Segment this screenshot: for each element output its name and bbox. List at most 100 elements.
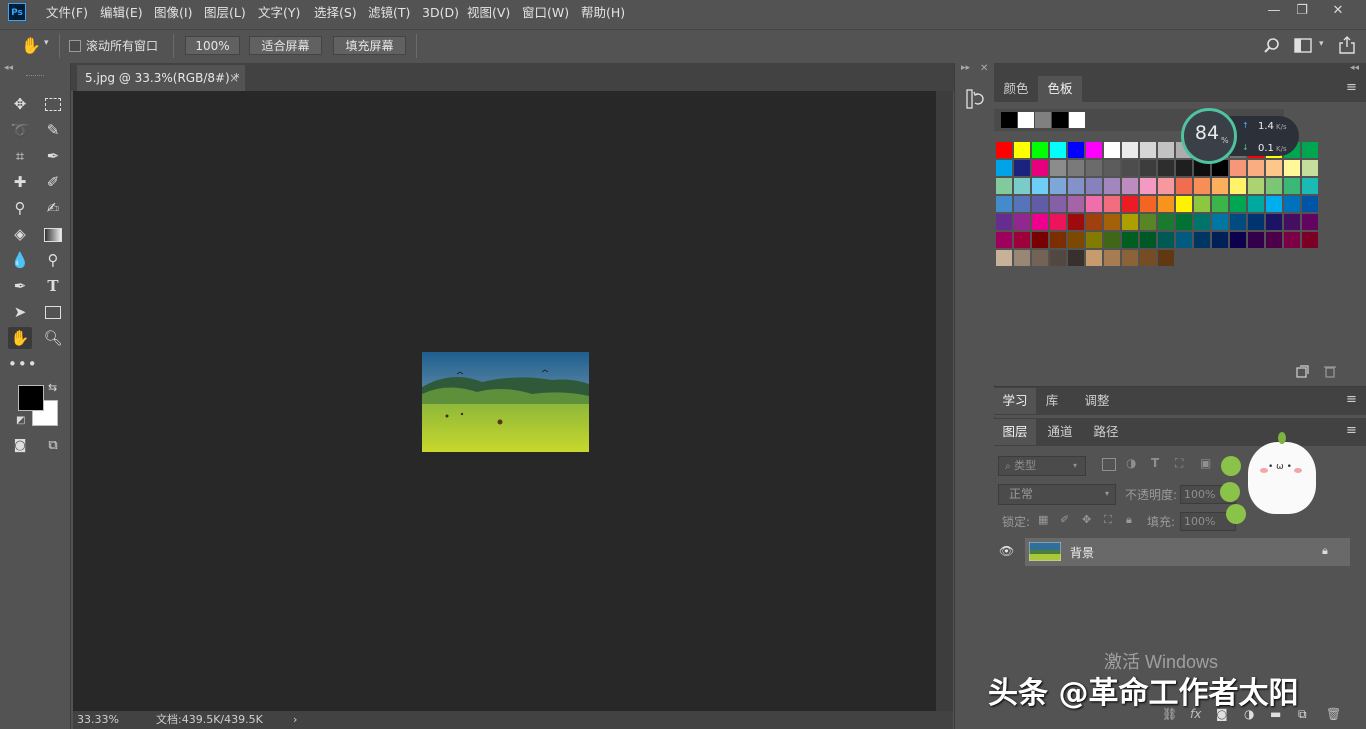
path-selection-tool-icon[interactable]: ➤ (8, 301, 32, 323)
tab-paths[interactable]: 路径 (1084, 419, 1128, 445)
color-swatch[interactable] (1158, 160, 1174, 176)
color-swatch[interactable] (1068, 160, 1084, 176)
healing-brush-tool-icon[interactable]: ✚ (8, 171, 32, 193)
color-swatch[interactable] (1302, 160, 1318, 176)
color-swatch[interactable] (1158, 250, 1174, 266)
expand-panels-icon[interactable]: ▸▸ (961, 63, 970, 73)
tab-layers[interactable]: 图层 (994, 419, 1036, 445)
color-swatch[interactable] (1140, 196, 1156, 212)
new-swatch-icon[interactable] (1296, 365, 1309, 378)
recent-swatch[interactable] (1018, 112, 1034, 128)
minimize-button[interactable]: — (1263, 2, 1285, 20)
color-swatch[interactable] (1050, 196, 1066, 212)
color-swatch[interactable] (1122, 214, 1138, 230)
default-colors-icon[interactable]: ◩ (16, 415, 25, 426)
fill-screen-button[interactable]: 填充屏幕 (333, 36, 406, 55)
document-tab[interactable]: 5.jpg @ 33.3%(RGB/8#) * × (77, 65, 245, 91)
scroll-all-windows-checkbox[interactable] (69, 40, 81, 52)
color-swatch[interactable] (1140, 178, 1156, 194)
color-swatch[interactable] (1050, 214, 1066, 230)
color-swatch[interactable] (1086, 142, 1102, 158)
color-swatch[interactable] (996, 160, 1012, 176)
color-swatch[interactable] (1302, 232, 1318, 248)
color-swatch[interactable] (1122, 196, 1138, 212)
type-tool-icon[interactable]: T (41, 275, 65, 297)
color-swatch[interactable] (1194, 232, 1210, 248)
hand-tool-preset-icon[interactable]: ✋ (20, 36, 42, 56)
layer-visibility-eye-icon[interactable]: 👁︎ (999, 544, 1014, 558)
menu-edit[interactable]: 编辑(E) (100, 4, 143, 22)
menu-help[interactable]: 帮助(H) (581, 4, 625, 22)
color-swatch[interactable] (1194, 178, 1210, 194)
color-swatch[interactable] (1032, 232, 1048, 248)
color-swatch[interactable] (1230, 196, 1246, 212)
menu-select[interactable]: 选择(S) (314, 4, 357, 22)
lock-image-icon[interactable]: ✐ (1060, 513, 1069, 526)
menu-layer[interactable]: 图层(L) (204, 4, 246, 22)
tab-learn[interactable]: 学习 (994, 388, 1036, 414)
delete-swatch-icon[interactable] (1324, 364, 1336, 378)
grip[interactable] (26, 75, 44, 78)
lock-transparent-icon[interactable]: ▦ (1038, 513, 1048, 526)
color-swatch[interactable] (1014, 196, 1030, 212)
lock-position-icon[interactable]: ✥ (1082, 513, 1091, 526)
color-swatch[interactable] (1302, 142, 1318, 158)
color-swatch[interactable] (1194, 214, 1210, 230)
color-swatch[interactable] (1086, 250, 1102, 266)
color-swatch[interactable] (1122, 142, 1138, 158)
color-swatch[interactable] (1158, 214, 1174, 230)
blur-tool-icon[interactable]: 💧 (8, 249, 32, 271)
dodge-tool-icon[interactable]: ⚲ (41, 249, 65, 271)
color-swatch[interactable] (1086, 160, 1102, 176)
panel-menu-icon[interactable]: ≡ (1346, 423, 1357, 438)
color-swatch[interactable] (1086, 232, 1102, 248)
layer-row[interactable]: 背景 🔒︎ (1025, 538, 1350, 566)
color-swatch[interactable] (996, 232, 1012, 248)
color-swatch[interactable] (1050, 250, 1066, 266)
color-swatch[interactable] (1032, 178, 1048, 194)
filter-smart-object-icon[interactable]: ▣ (1200, 456, 1211, 470)
recent-swatch[interactable] (1035, 112, 1051, 128)
color-swatch[interactable] (1284, 178, 1300, 194)
quick-selection-tool-icon[interactable]: ✎ (41, 119, 65, 141)
color-swatch[interactable] (1104, 178, 1120, 194)
tab-libraries[interactable]: 库 (1036, 388, 1068, 414)
color-swatch[interactable] (1266, 196, 1282, 212)
restore-button[interactable]: ❐ (1291, 2, 1313, 20)
color-swatch[interactable] (1302, 196, 1318, 212)
share-icon[interactable] (1339, 36, 1355, 54)
menu-3d[interactable]: 3D(D) (422, 4, 459, 22)
color-swatch[interactable] (1266, 214, 1282, 230)
marquee-tool-icon[interactable] (41, 93, 65, 115)
hand-tool-icon[interactable]: ✋ (8, 327, 32, 349)
color-swatch[interactable] (1230, 214, 1246, 230)
color-swatch[interactable] (1032, 160, 1048, 176)
gradient-tool-icon[interactable] (41, 223, 65, 245)
eyedropper-tool-icon[interactable]: ✒ (41, 145, 65, 167)
color-swatch[interactable] (1050, 232, 1066, 248)
color-swatch[interactable] (1104, 160, 1120, 176)
color-swatch[interactable] (1140, 142, 1156, 158)
clone-stamp-tool-icon[interactable]: ⚲ (8, 197, 32, 219)
color-swatch[interactable] (1122, 250, 1138, 266)
status-menu-arrow[interactable]: › (293, 711, 297, 729)
color-swatch[interactable] (996, 178, 1012, 194)
color-swatch[interactable] (1212, 196, 1228, 212)
chevron-down-icon[interactable]: ▾ (1319, 39, 1324, 49)
menu-type[interactable]: 文字(Y) (258, 4, 300, 22)
close-panel-icon[interactable]: ✕ (980, 63, 988, 74)
blend-mode-select[interactable]: 正常 ▾ (998, 484, 1116, 505)
layer-name[interactable]: 背景 (1070, 544, 1094, 561)
color-swatch[interactable] (1248, 232, 1264, 248)
collapse-dock-icon[interactable]: ◂◂ (1350, 63, 1359, 73)
color-swatch[interactable] (1104, 196, 1120, 212)
color-swatch[interactable] (1266, 232, 1282, 248)
color-swatch[interactable] (1068, 142, 1084, 158)
color-swatch[interactable] (1122, 232, 1138, 248)
recent-swatch[interactable] (1069, 112, 1085, 128)
filter-adjustment-icon[interactable]: ◑ (1126, 456, 1136, 470)
menu-window[interactable]: 窗口(W) (522, 4, 569, 22)
color-swatch[interactable] (1032, 214, 1048, 230)
color-swatch[interactable] (1230, 178, 1246, 194)
color-swatch[interactable] (1284, 232, 1300, 248)
